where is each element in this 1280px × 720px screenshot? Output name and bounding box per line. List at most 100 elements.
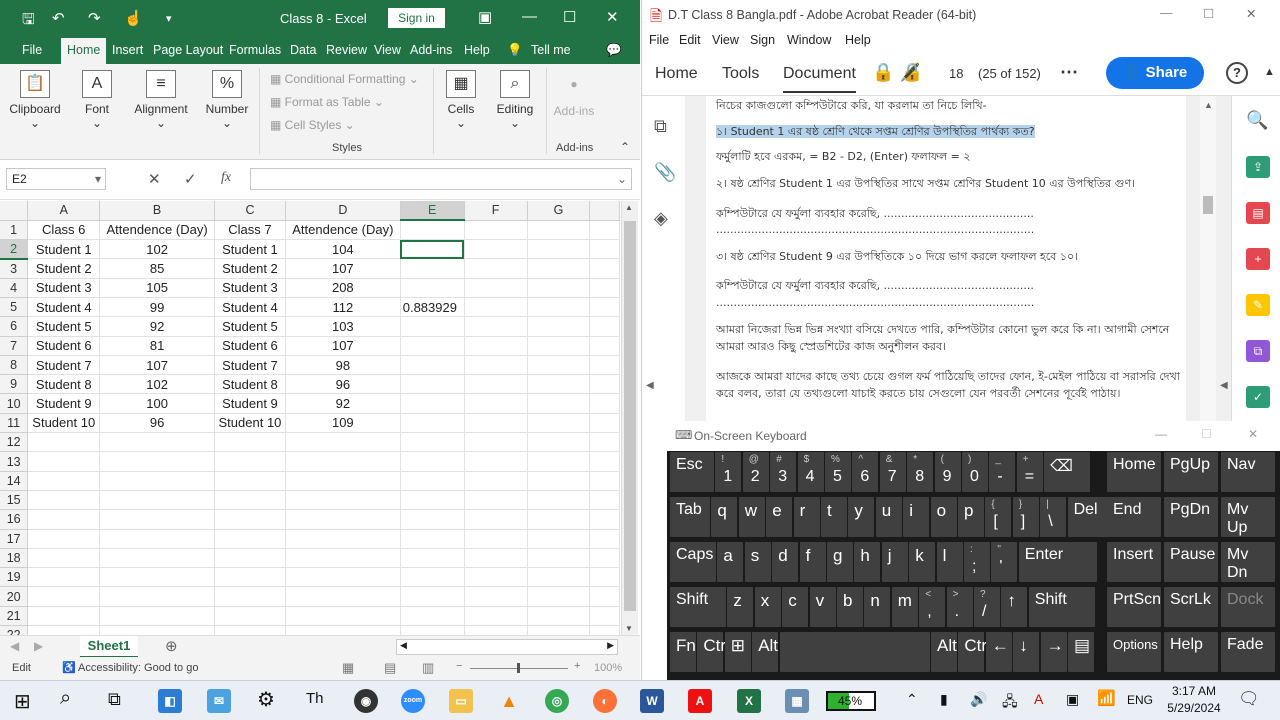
nav-key[interactable]: ScrLk (1164, 587, 1218, 627)
cell[interactable] (214, 625, 286, 635)
key[interactable]: m (891, 587, 918, 627)
cell[interactable] (589, 548, 620, 569)
column-header[interactable]: E (400, 201, 465, 222)
key[interactable]: Enter (1018, 542, 1097, 582)
row-header[interactable]: 5 (0, 297, 29, 318)
cell[interactable] (27, 548, 101, 569)
cell[interactable] (527, 471, 591, 491)
battery-indicator[interactable]: 45% (826, 691, 876, 711)
cell[interactable] (99, 548, 215, 569)
cell[interactable] (99, 567, 215, 588)
cell[interactable] (400, 220, 465, 241)
tab-addins[interactable]: Add-ins (410, 43, 452, 57)
cell[interactable] (285, 625, 401, 635)
key[interactable]: >. (946, 587, 973, 627)
nav-key[interactable]: Mv Dn (1221, 542, 1275, 582)
maximize-icon[interactable]: ☐ (1201, 427, 1212, 441)
key[interactable]: :; (964, 542, 990, 582)
row-header[interactable]: 13 (0, 451, 29, 472)
cell[interactable] (464, 316, 528, 337)
cell[interactable] (400, 374, 465, 395)
nav-key[interactable]: Pause (1164, 542, 1218, 582)
cell[interactable] (285, 509, 401, 530)
cell[interactable] (400, 586, 465, 607)
key[interactable]: ↓ (1013, 632, 1040, 672)
key[interactable]: Alt (752, 632, 779, 672)
tab-help[interactable]: Help (464, 43, 490, 57)
zoom-in-icon[interactable]: + (574, 660, 580, 672)
key[interactable]: Fn (670, 632, 696, 672)
cell[interactable] (400, 451, 465, 472)
cell[interactable] (464, 239, 528, 260)
cell[interactable]: Student 4 (27, 297, 101, 318)
tab-view[interactable]: View (374, 43, 401, 57)
tab-file[interactable]: File (22, 43, 42, 57)
key[interactable]: (9 (934, 452, 961, 492)
key[interactable]: h (854, 542, 881, 582)
cell[interactable] (464, 355, 528, 376)
attachment-icon[interactable]: 📎 (654, 162, 676, 183)
accessibility-status[interactable]: Accessibility: Good to go (78, 662, 198, 674)
font-group[interactable]: A Font ⌄ (74, 64, 120, 130)
cell[interactable] (527, 432, 591, 453)
tab-formulas[interactable]: Formulas (229, 43, 281, 57)
settings-gear-icon[interactable]: ⚙ (257, 687, 275, 712)
minimize-icon[interactable]: — (522, 8, 537, 25)
key[interactable]: s (744, 542, 771, 582)
key[interactable]: ? / (974, 587, 1000, 627)
cell[interactable] (589, 278, 620, 298)
cell[interactable]: Student 3 (27, 278, 101, 298)
cell[interactable] (589, 297, 620, 318)
key[interactable]: Ctrl (697, 632, 730, 672)
cell[interactable] (400, 336, 465, 356)
cell[interactable]: Student 2 (27, 258, 101, 279)
key[interactable]: * 8 (907, 452, 934, 492)
cell[interactable] (27, 529, 101, 549)
clipboard-group[interactable]: 📋 Clipboard ⌄ (6, 64, 64, 130)
cell[interactable]: 96 (285, 374, 401, 395)
cell[interactable] (589, 413, 620, 434)
cell[interactable] (527, 297, 591, 318)
cell[interactable] (285, 451, 401, 472)
cell[interactable]: 85 (99, 258, 215, 279)
key[interactable]: {[ (985, 497, 1012, 537)
cell[interactable] (214, 529, 286, 549)
key[interactable]: }] (1012, 497, 1039, 537)
cell[interactable]: Student 8 (27, 374, 101, 395)
cell[interactable]: Student 6 (27, 336, 101, 356)
cell[interactable] (285, 471, 401, 491)
cell[interactable] (27, 432, 101, 453)
tab-page-layout[interactable]: Page Layout (153, 43, 223, 57)
cell[interactable] (464, 548, 528, 569)
cell[interactable] (589, 355, 620, 376)
cell[interactable]: Student 3 (214, 278, 286, 298)
cell[interactable] (285, 548, 401, 569)
cell[interactable] (464, 606, 528, 627)
key[interactable]: u (875, 497, 902, 537)
cell[interactable] (214, 490, 286, 511)
cell[interactable] (527, 316, 591, 337)
typing-app-icon[interactable]: Th (306, 690, 324, 707)
volume-icon[interactable]: 🔊 (970, 691, 987, 708)
cell[interactable]: 104 (285, 239, 401, 260)
cell[interactable] (27, 606, 101, 627)
cell[interactable] (464, 567, 528, 588)
cell[interactable]: 208 (285, 278, 401, 298)
cell[interactable] (527, 490, 591, 511)
cell[interactable] (589, 432, 620, 453)
cell[interactable] (527, 278, 591, 298)
row-header[interactable]: 22 (0, 625, 29, 635)
help-icon[interactable]: ? (1226, 62, 1248, 84)
row-header[interactable]: 16 (0, 509, 29, 530)
cell[interactable] (99, 606, 215, 627)
key[interactable]: @2 (742, 452, 769, 492)
cell-styles-button[interactable]: ▦ Cell Styles ⌄ (270, 118, 355, 132)
accessibility-icon[interactable]: ♿ (62, 661, 76, 674)
cell[interactable] (589, 239, 620, 260)
key[interactable]: " ' (991, 542, 1018, 582)
cell[interactable] (99, 509, 215, 530)
zoom-app-icon[interactable]: zoom (401, 689, 425, 713)
cell[interactable]: 92 (99, 316, 215, 337)
key[interactable]: f (799, 542, 826, 582)
nav-key[interactable]: Mv Up (1221, 497, 1275, 537)
